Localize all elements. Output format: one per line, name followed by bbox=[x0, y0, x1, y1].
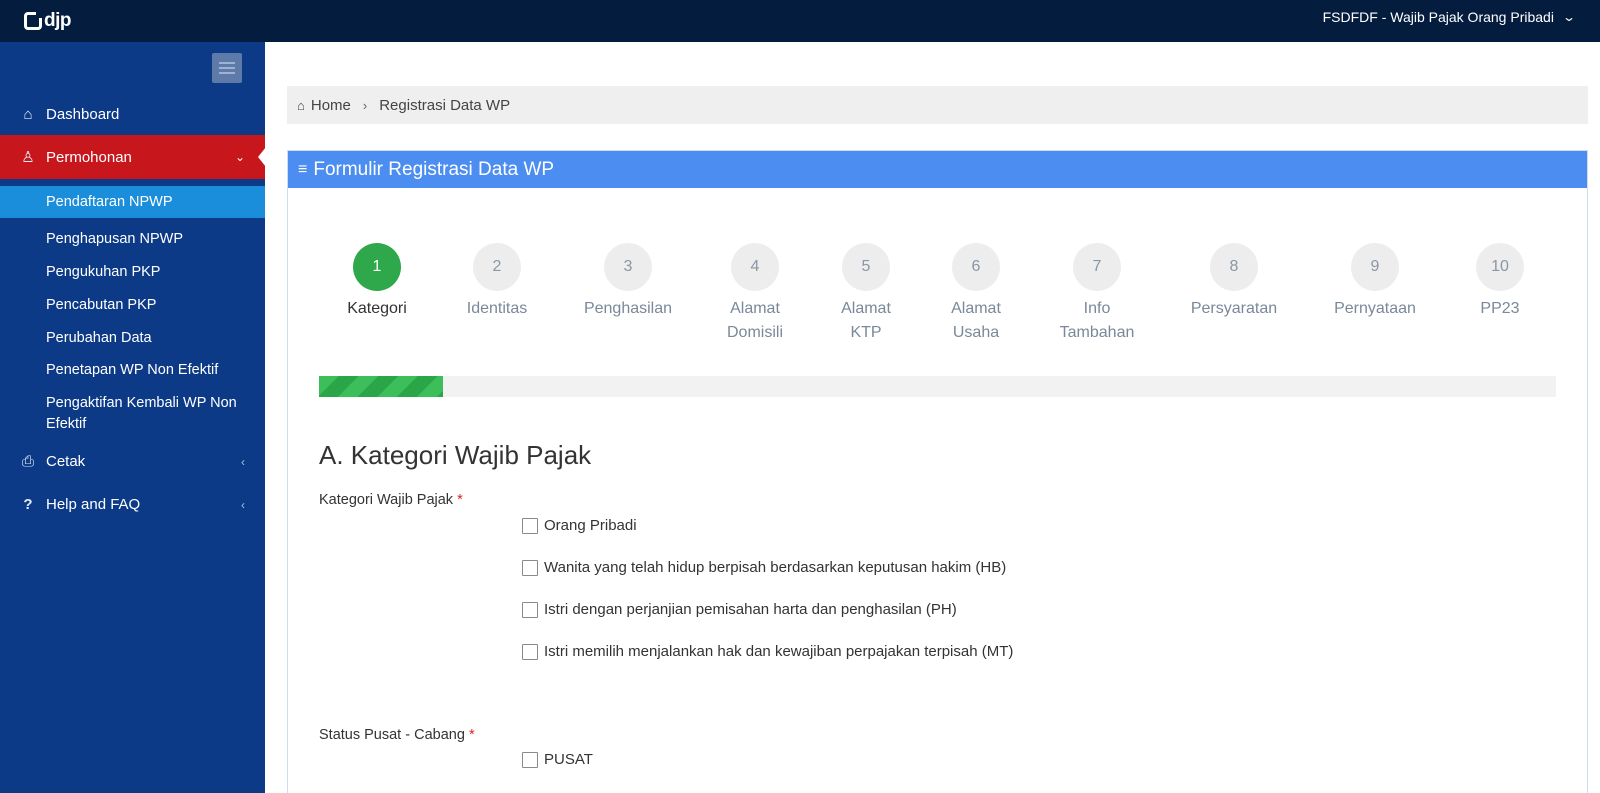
step-number: 8 bbox=[1210, 243, 1258, 291]
chevron-left-icon: ‹ bbox=[241, 497, 245, 512]
submenu-pengaktifan-kembali[interactable]: Pengaktifan Kembali WP Non Efektif bbox=[0, 393, 250, 435]
step-label: Alamat KTP bbox=[841, 300, 891, 341]
required-mark: * bbox=[468, 727, 475, 743]
step-label: Alamat Usaha bbox=[951, 300, 1001, 341]
step-number: 9 bbox=[1351, 243, 1399, 291]
step-label: Kategori bbox=[347, 300, 407, 317]
breadcrumb-separator-icon: › bbox=[362, 97, 368, 113]
step-label: Info Tambahan bbox=[1059, 300, 1135, 341]
step-label: Penghasilan bbox=[583, 300, 673, 317]
question-icon: ? bbox=[23, 496, 33, 513]
sidebar-item-help[interactable]: ? Help and FAQ ‹ bbox=[0, 492, 265, 517]
step-label: Pernyataan bbox=[1334, 300, 1416, 317]
wizard-step-6[interactable]: 6 Alamat Usaha bbox=[916, 243, 1036, 345]
submenu-pencabutan-pkp[interactable]: Pencabutan PKP bbox=[0, 295, 265, 316]
wizard-progress-bar bbox=[319, 376, 1556, 397]
wizard-step-9[interactable]: 9 Pernyataan bbox=[1315, 243, 1435, 321]
top-navbar: djp FSDFDF - Wajib Pajak Orang Pribadi ⌄ bbox=[0, 0, 1600, 42]
step-number: 1 bbox=[353, 243, 401, 291]
chevron-down-icon: ⌄ bbox=[1561, 10, 1577, 24]
user-label: FSDFDF - Wajib Pajak Orang Pribadi bbox=[1322, 9, 1554, 25]
step-label: PP23 bbox=[1480, 300, 1520, 317]
section-title: A. Kategori Wajib Pajak bbox=[319, 440, 592, 470]
home-icon: ⌂ bbox=[23, 106, 33, 123]
checkbox[interactable] bbox=[522, 601, 538, 618]
status-pusat-cabang-label: Status Pusat - Cabang * bbox=[319, 727, 475, 743]
checkbox[interactable] bbox=[522, 751, 538, 768]
printer-icon: ⎙ bbox=[21, 453, 34, 470]
breadcrumb-home-link[interactable]: Home bbox=[311, 97, 351, 114]
wizard-step-8[interactable]: 8 Persyaratan bbox=[1174, 243, 1294, 321]
sidebar-item-cetak[interactable]: ⎙ Cetak ‹ bbox=[0, 449, 265, 474]
wizard-step-5[interactable]: 5 Alamat KTP bbox=[806, 243, 926, 345]
sidebar-item-label: Permohonan bbox=[46, 148, 132, 166]
step-number: 5 bbox=[842, 243, 890, 291]
sidebar-toggle-button[interactable] bbox=[212, 53, 242, 83]
step-number: 3 bbox=[604, 243, 652, 291]
panel-header: ≡ Formulir Registrasi Data WP bbox=[288, 151, 1587, 188]
breadcrumb: ⌂ Home › Registrasi Data WP bbox=[287, 86, 1588, 124]
step-number: 6 bbox=[952, 243, 1000, 291]
submenu-pengukuhan-pkp[interactable]: Pengukuhan PKP bbox=[0, 262, 265, 283]
progress-fill bbox=[319, 376, 443, 397]
sidebar-item-label: Dashboard bbox=[46, 106, 120, 123]
sidebar-item-permohonan[interactable]: ♙ Permohonan ⌄ bbox=[0, 135, 266, 179]
step-label: Alamat Domisili bbox=[727, 300, 783, 341]
step-number: 7 bbox=[1073, 243, 1121, 291]
step-label: Persyaratan bbox=[1190, 300, 1278, 317]
checkbox[interactable] bbox=[522, 643, 538, 660]
sidebar-item-label: Help and FAQ bbox=[46, 496, 141, 513]
submenu-perubahan-data[interactable]: Perubahan Data bbox=[0, 328, 265, 349]
wizard-step-7[interactable]: 7 Info Tambahan bbox=[1037, 243, 1157, 345]
wizard-step-4[interactable]: 4 Alamat Domisili bbox=[695, 243, 815, 345]
kategori-wajib-pajak-label: Kategori Wajib Pajak * bbox=[319, 492, 463, 508]
breadcrumb-current: Registrasi Data WP bbox=[379, 96, 511, 114]
submenu-pendaftaran-npwp[interactable]: Pendaftaran NPWP bbox=[0, 186, 265, 218]
registration-form-panel: ≡ Formulir Registrasi Data WP 1 Kategori 2… bbox=[287, 150, 1588, 793]
wizard-step-3[interactable]: 3 Penghasilan bbox=[568, 243, 688, 321]
kategori-option-mt[interactable]: Istri memilih menjalankan hak dan kewaji… bbox=[522, 643, 1013, 660]
chevron-left-icon: ‹ bbox=[241, 454, 245, 469]
chevron-down-icon: ⌄ bbox=[234, 150, 245, 164]
djp-logo[interactable]: djp bbox=[24, 10, 72, 32]
step-number: 10 bbox=[1476, 243, 1524, 291]
step-number: 4 bbox=[731, 243, 779, 291]
sidebar-item-label: Cetak bbox=[46, 453, 86, 470]
step-number: 2 bbox=[473, 243, 521, 291]
checkbox[interactable] bbox=[522, 517, 538, 534]
user-menu[interactable]: FSDFDF - Wajib Pajak Orang Pribadi ⌄ bbox=[1322, 9, 1577, 25]
submenu-penghapusan-npwp[interactable]: Penghapusan NPWP bbox=[0, 229, 265, 250]
logo-mark-icon bbox=[24, 11, 43, 30]
wizard-step-10[interactable]: 10 PP23 bbox=[1440, 243, 1560, 321]
menu-bars-icon: ≡ bbox=[298, 160, 308, 178]
wizard-step-2[interactable]: 2 Identitas bbox=[437, 243, 557, 321]
panel-title: Formulir Registrasi Data WP bbox=[313, 158, 555, 180]
sidebar-item-dashboard[interactable]: ⌂ Dashboard bbox=[0, 102, 265, 127]
checkbox[interactable] bbox=[522, 559, 538, 576]
kategori-option-hb[interactable]: Wanita yang telah hidup berpisah berdasa… bbox=[522, 559, 1006, 576]
kategori-option-orang-pribadi[interactable]: Orang Pribadi bbox=[522, 517, 637, 534]
logo-text: djp bbox=[44, 10, 72, 31]
status-option-pusat[interactable]: PUSAT bbox=[522, 751, 593, 768]
wizard-step-1[interactable]: 1 Kategori bbox=[317, 243, 437, 321]
submenu-penetapan-wp-non-efektif[interactable]: Penetapan WP Non Efektif bbox=[0, 360, 265, 381]
user-medical-icon: ♙ bbox=[21, 149, 35, 166]
home-icon: ⌂ bbox=[297, 97, 305, 113]
step-label: Identitas bbox=[466, 300, 528, 317]
kategori-option-ph[interactable]: Istri dengan perjanjian pemisahan harta … bbox=[522, 601, 957, 618]
required-mark: * bbox=[457, 492, 463, 508]
sidebar: ⌂ Dashboard ♙ Permohonan ⌄ Pendaftaran N… bbox=[0, 42, 266, 793]
